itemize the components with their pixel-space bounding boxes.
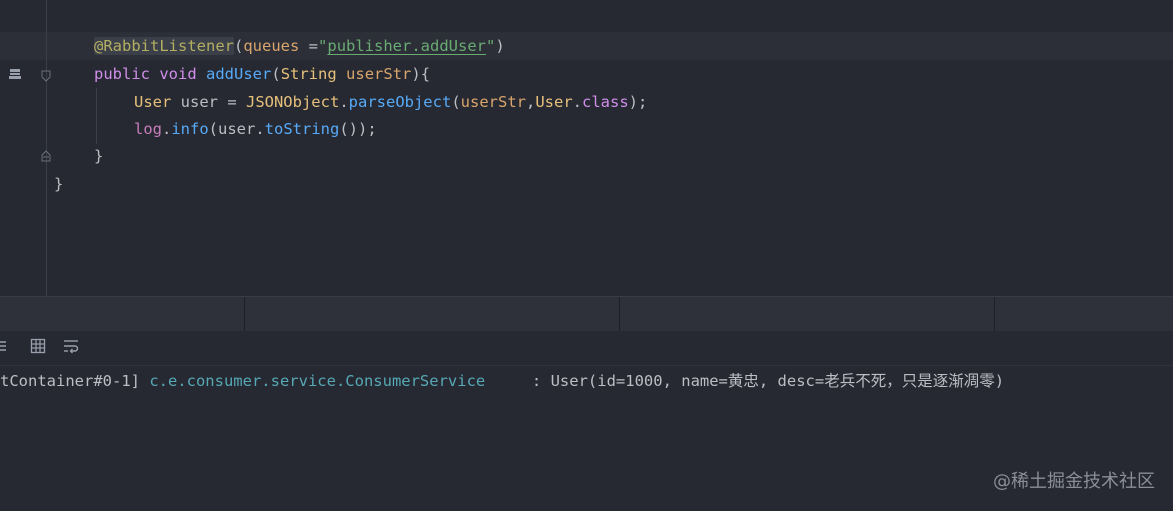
console-output[interactable]: tContainer#0-1] c.e.consumer.service.Con… [0,366,1173,511]
code-line-parse: User user = JSONObject.parseObject(userS… [134,93,648,111]
log-line: tContainer#0-1] c.e.consumer.service.Con… [0,368,1004,394]
list-icon[interactable] [0,338,10,358]
code-line-close-method: } [94,147,104,165]
fold-start-icon[interactable] [41,68,51,82]
fold-end-icon[interactable] [41,148,51,162]
panel-splitter[interactable] [0,296,1173,332]
table-icon[interactable] [28,338,48,358]
code-editor[interactable]: @RabbitListener(queues ="publisher.addUs… [0,0,1173,296]
code-line-method-signature: public void addUser(String userStr){ [94,65,431,83]
code-line-close-class: } [54,175,64,193]
log-logger-link[interactable]: c.e.consumer.service.ConsumerService [149,372,485,390]
log-thread: tContainer#0-1] [0,372,150,390]
splitter-divider [994,297,995,331]
splitter-divider [244,297,245,331]
watermark: @稀土掘金技术社区 [993,471,1155,492]
soft-wrap-icon[interactable] [61,338,81,358]
code-line-annotation: @RabbitListener(queues ="publisher.addUs… [94,37,505,55]
bean-method-icon[interactable] [8,67,22,84]
splitter-divider [619,297,620,331]
console-toolbar [0,331,1173,366]
code-line-log: log.info(user.toString()); [134,120,377,138]
log-message: : User(id=1000, name=黄忠, desc=老兵不死，只是逐渐凋… [485,372,1005,390]
indent-guide [96,88,97,144]
